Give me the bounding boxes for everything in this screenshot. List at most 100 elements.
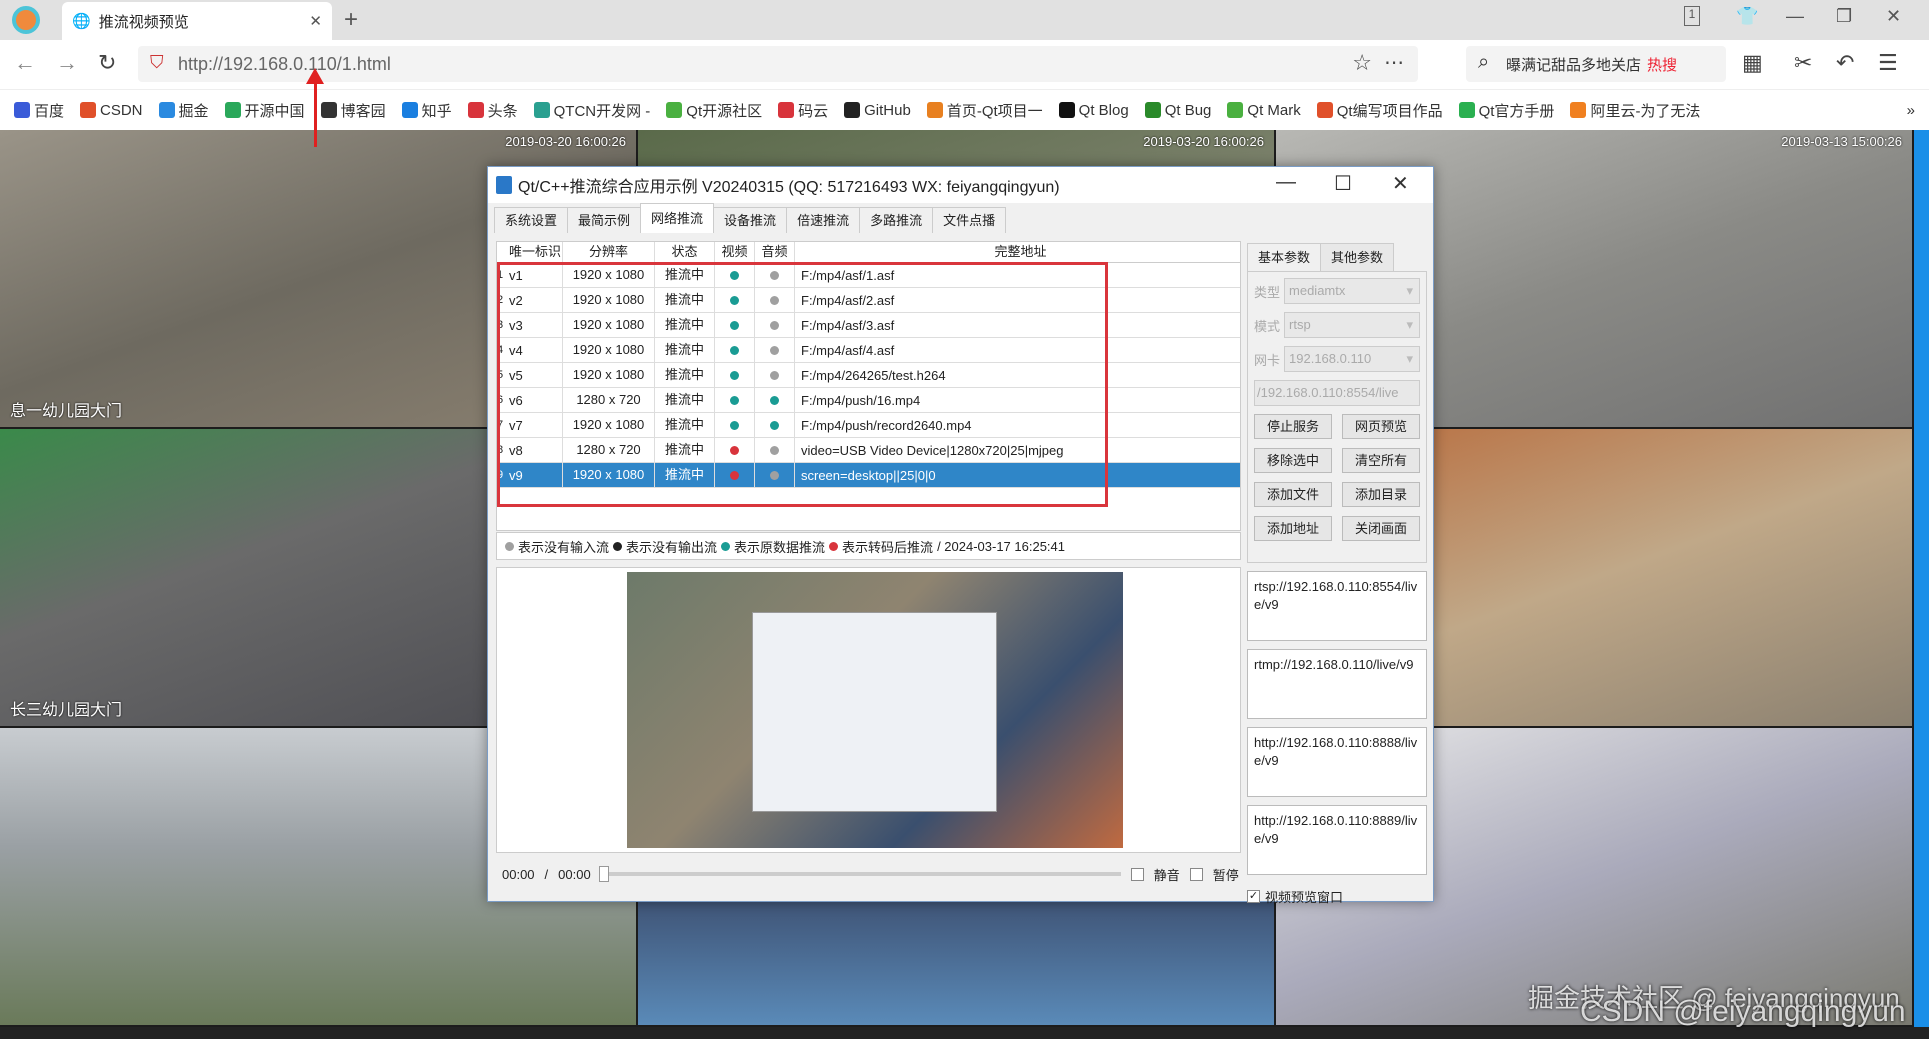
bookmark-item[interactable]: GitHub bbox=[844, 102, 911, 119]
tab-5[interactable]: 倍速推流 bbox=[786, 207, 860, 233]
legend-dot bbox=[505, 542, 514, 551]
bookmark-item[interactable]: 博客园 bbox=[321, 100, 386, 121]
action-button[interactable]: 停止服务 bbox=[1254, 414, 1332, 439]
slider-handle[interactable] bbox=[599, 866, 609, 882]
bookmark-item[interactable]: Qt Mark bbox=[1227, 102, 1300, 119]
col-url[interactable]: 完整地址 bbox=[795, 242, 1240, 262]
url-text: http://192.168.0.110/1.html bbox=[178, 54, 391, 75]
video-label: 息一幼儿园大门 bbox=[10, 397, 122, 421]
tab-4[interactable]: 设备推流 bbox=[713, 207, 787, 233]
table-row[interactable]: 4v41920 x 1080推流中F:/mp4/asf/4.asf bbox=[497, 338, 1240, 363]
reload-icon[interactable]: ↻ bbox=[98, 50, 116, 76]
video-label: 长三幼儿园大门 bbox=[10, 696, 122, 720]
action-button[interactable]: 添加文件 bbox=[1254, 482, 1332, 507]
browser-logo-icon[interactable] bbox=[12, 6, 40, 34]
tab-1[interactable]: 系统设置 bbox=[494, 207, 568, 233]
stream-url-box[interactable]: rtmp://192.168.0.110/live/v9 bbox=[1247, 649, 1427, 719]
bookmark-item[interactable]: 知乎 bbox=[402, 100, 452, 121]
video-status-dot bbox=[730, 271, 739, 280]
bookmark-label: GitHub bbox=[864, 102, 911, 119]
bookmark-item[interactable]: Qt编写项目作品 bbox=[1317, 100, 1443, 121]
scrollbar[interactable] bbox=[1914, 130, 1929, 1027]
type-select[interactable]: mediamtx bbox=[1284, 278, 1420, 304]
back-icon[interactable]: ← bbox=[14, 50, 36, 76]
restore-button[interactable]: ❐ bbox=[1836, 6, 1852, 27]
row-id: v5 bbox=[505, 363, 563, 387]
row-status: 推流中 bbox=[655, 413, 715, 437]
action-button[interactable]: 关闭画面 bbox=[1342, 516, 1420, 541]
menu-icon[interactable]: ☰ bbox=[1878, 50, 1898, 76]
bookmark-item[interactable]: 百度 bbox=[14, 100, 64, 121]
table-row[interactable]: 6v61280 x 720推流中F:/mp4/push/16.mp4 bbox=[497, 388, 1240, 413]
tab-6[interactable]: 多路推流 bbox=[859, 207, 933, 233]
bookmark-item[interactable]: 首页-Qt项目一 bbox=[927, 100, 1043, 121]
progress-slider[interactable] bbox=[601, 872, 1121, 876]
col-audio[interactable]: 音频 bbox=[755, 242, 795, 262]
bookmark-item[interactable]: 开源中国 bbox=[225, 100, 305, 121]
tab-other-params[interactable]: 其他参数 bbox=[1320, 243, 1394, 271]
tab-count-button[interactable]: 1 bbox=[1684, 6, 1700, 26]
table-row[interactable]: 3v31920 x 1080推流中F:/mp4/asf/3.asf bbox=[497, 313, 1240, 338]
forward-icon[interactable]: → bbox=[56, 50, 78, 76]
bookmark-item[interactable]: 码云 bbox=[778, 100, 828, 121]
table-row[interactable]: 5v51920 x 1080推流中F:/mp4/264265/test.h264 bbox=[497, 363, 1240, 388]
dialog-minimize-button[interactable]: — bbox=[1276, 171, 1296, 194]
close-window-button[interactable]: ✕ bbox=[1886, 6, 1901, 27]
undo-icon[interactable]: ↶ bbox=[1836, 50, 1854, 76]
bookmark-label: QTCN开发网 - bbox=[554, 100, 651, 121]
table-row[interactable]: 2v21920 x 1080推流中F:/mp4/asf/2.asf bbox=[497, 288, 1240, 313]
insecure-shield-icon[interactable]: ⛉ bbox=[150, 52, 164, 73]
mode-select[interactable]: rtsp bbox=[1284, 312, 1420, 338]
bookmark-item[interactable]: QTCN开发网 - bbox=[534, 100, 651, 121]
tab-basic-params[interactable]: 基本参数 bbox=[1247, 243, 1321, 271]
stream-url-box[interactable]: http://192.168.0.110:8888/live/v9 bbox=[1247, 727, 1427, 797]
bookmark-item[interactable]: Qt开源社区 bbox=[666, 100, 762, 121]
apps-icon[interactable]: ▦ bbox=[1742, 50, 1763, 76]
bookmark-item[interactable]: Qt Bug bbox=[1145, 102, 1212, 119]
tab-3[interactable]: 网络推流 bbox=[640, 203, 714, 233]
close-tab-icon[interactable]: ✕ bbox=[309, 12, 322, 30]
minimize-button[interactable]: — bbox=[1786, 6, 1804, 27]
bookmark-item[interactable]: 头条 bbox=[468, 100, 518, 121]
col-id[interactable]: 唯一标识 bbox=[505, 242, 563, 262]
nic-select[interactable]: 192.168.0.110 bbox=[1284, 346, 1420, 372]
tab-2[interactable]: 最简示例 bbox=[567, 207, 641, 233]
url-input[interactable]: ⛉ http://192.168.0.110/1.html ☆ ⋯ bbox=[138, 46, 1418, 82]
row-url: F:/mp4/asf/4.asf bbox=[795, 343, 1240, 358]
tab-7[interactable]: 文件点播 bbox=[932, 207, 1006, 233]
action-button[interactable]: 移除选中 bbox=[1254, 448, 1332, 473]
preview-window-checkbox[interactable]: ✓ bbox=[1247, 890, 1260, 903]
skin-icon[interactable]: 👕 bbox=[1736, 6, 1758, 27]
bookmark-item[interactable]: CSDN bbox=[80, 102, 143, 119]
action-button[interactable]: 清空所有 bbox=[1342, 448, 1420, 473]
table-row[interactable]: 9v91920 x 1080推流中screen=desktop||25|0|0 bbox=[497, 463, 1240, 488]
mute-checkbox[interactable] bbox=[1131, 868, 1144, 881]
more-icon[interactable]: ⋯ bbox=[1384, 50, 1404, 75]
table-row[interactable]: 1v11920 x 1080推流中F:/mp4/asf/1.asf bbox=[497, 263, 1240, 288]
stream-url-box[interactable]: http://192.168.0.110:8889/live/v9 bbox=[1247, 805, 1427, 875]
star-icon[interactable]: ☆ bbox=[1352, 50, 1372, 76]
new-tab-button[interactable]: + bbox=[344, 6, 358, 34]
dialog-maximize-button[interactable]: ☐ bbox=[1334, 171, 1352, 196]
bookmark-item[interactable]: Qt官方手册 bbox=[1459, 100, 1555, 121]
audio-status-dot bbox=[770, 371, 779, 380]
action-button[interactable]: 网页预览 bbox=[1342, 414, 1420, 439]
pause-checkbox[interactable] bbox=[1190, 868, 1203, 881]
push-url-field[interactable]: /192.168.0.110:8554/live bbox=[1254, 380, 1420, 406]
browser-tab[interactable]: 🌐 推流视频预览 ✕ bbox=[62, 2, 332, 40]
bookmark-item[interactable]: 阿里云-为了无法 bbox=[1570, 100, 1700, 121]
bookmark-item[interactable]: 掘金 bbox=[159, 100, 209, 121]
action-button[interactable]: 添加地址 bbox=[1254, 516, 1332, 541]
search-box[interactable]: ⌕ 曝满记甜品多地关店 热搜 bbox=[1466, 46, 1726, 82]
scissors-icon[interactable]: ✂ bbox=[1794, 50, 1812, 76]
col-status[interactable]: 状态 bbox=[655, 242, 715, 262]
col-resolution[interactable]: 分辨率 bbox=[563, 242, 655, 262]
bookmarks-more-button[interactable]: » bbox=[1907, 102, 1929, 119]
bookmark-item[interactable]: Qt Blog bbox=[1059, 102, 1129, 119]
table-row[interactable]: 7v71920 x 1080推流中F:/mp4/push/record2640.… bbox=[497, 413, 1240, 438]
table-row[interactable]: 8v81280 x 720推流中video=USB Video Device|1… bbox=[497, 438, 1240, 463]
col-video[interactable]: 视频 bbox=[715, 242, 755, 262]
dialog-close-button[interactable]: ✕ bbox=[1392, 171, 1409, 196]
action-button[interactable]: 添加目录 bbox=[1342, 482, 1420, 507]
stream-url-box[interactable]: rtsp://192.168.0.110:8554/live/v9 bbox=[1247, 571, 1427, 641]
